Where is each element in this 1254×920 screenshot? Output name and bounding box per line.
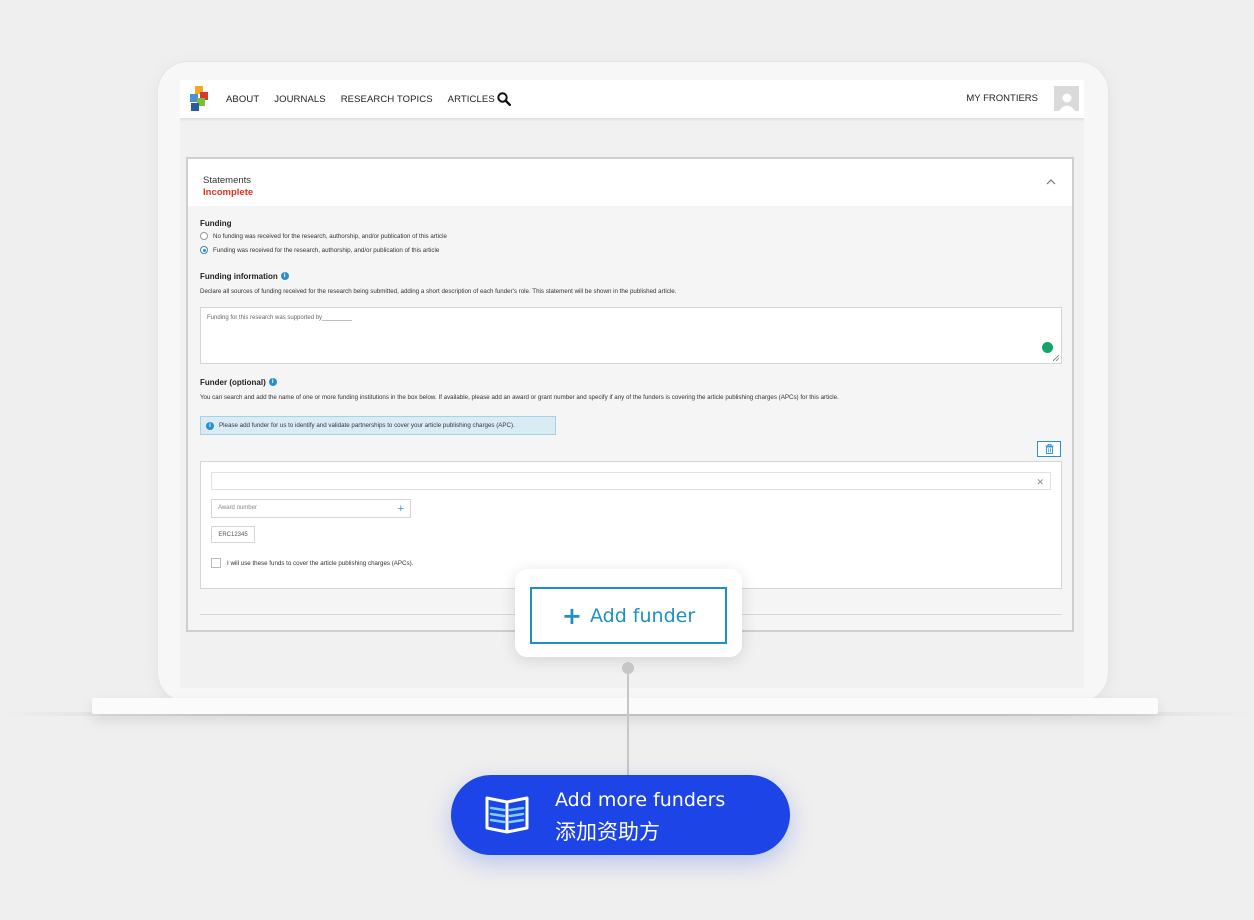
award-number-placeholder: Award number — [218, 505, 257, 511]
funding-information-value: Funding for this research was supported … — [207, 315, 353, 321]
plus-icon[interactable]: + — [398, 502, 404, 516]
chevron-up-icon[interactable] — [1046, 177, 1056, 187]
apc-checkbox-label[interactable]: I will use these funds to cover the arti… — [227, 560, 413, 567]
feature-tag: Add more funders 添加资助方 — [451, 775, 790, 855]
trash-icon — [1045, 444, 1053, 454]
close-icon[interactable]: ✕ — [1036, 477, 1044, 487]
top-navbar: ABOUT JOURNALS RESEARCH TOPICS ARTICLES … — [180, 80, 1084, 118]
apc-checkbox[interactable] — [211, 558, 221, 568]
my-frontiers-link[interactable]: MY FRONTIERS — [966, 93, 1038, 104]
grammarly-icon[interactable] — [1042, 342, 1053, 353]
resize-grip-icon[interactable] — [1053, 355, 1059, 361]
statements-title: Statements — [203, 175, 252, 186]
statements-status: Incomplete — [203, 187, 254, 198]
plus-icon: + — [561, 601, 582, 630]
statements-header[interactable]: Statements Incomplete — [188, 159, 1072, 206]
frontiers-logo-icon[interactable] — [188, 86, 210, 112]
award-number-input[interactable]: Award number + — [211, 499, 411, 518]
funder-heading: Funder (optional) i — [200, 378, 277, 387]
add-funder-button[interactable]: + Add funder — [530, 587, 727, 644]
apc-info-text: Please add funder for us to identify and… — [219, 422, 515, 429]
nav-journals[interactable]: JOURNALS — [274, 94, 325, 105]
nav-research-topics[interactable]: RESEARCH TOPICS — [341, 94, 433, 105]
funder-label: Funder (optional) — [200, 378, 266, 387]
no-funding-radio[interactable] — [200, 232, 208, 240]
avatar[interactable] — [1054, 86, 1079, 111]
no-funding-label[interactable]: No funding was received for the research… — [213, 233, 447, 240]
funding-information-heading: Funding information i — [200, 272, 289, 281]
nav-links: ABOUT JOURNALS RESEARCH TOPICS ARTICLES — [226, 80, 510, 118]
info-icon[interactable]: i — [280, 272, 289, 280]
info-icon[interactable]: i — [268, 378, 277, 386]
book-icon — [485, 796, 529, 834]
info-icon: i — [206, 421, 214, 430]
statements-body: Funding No funding was received for the … — [188, 206, 1072, 630]
delete-funder-button[interactable] — [1037, 441, 1061, 457]
funder-search-input[interactable]: ✕ — [211, 472, 1051, 490]
funding-received-radio[interactable] — [200, 246, 208, 254]
nav-articles[interactable]: ARTICLES — [448, 94, 495, 105]
funding-received-label[interactable]: Funding was received for the research, a… — [213, 247, 439, 254]
search-icon[interactable] — [497, 92, 511, 106]
tag-title-zh: 添加资助方 — [555, 820, 660, 844]
add-funder-label: Add funder — [589, 604, 696, 627]
funding-information-description: Declare all sources of funding received … — [200, 288, 677, 295]
user-icon — [1058, 93, 1075, 111]
funding-label: Funding — [200, 219, 232, 228]
funding-information-label: Funding information — [200, 272, 278, 281]
tag-title-en: Add more funders — [555, 789, 726, 811]
award-number-chip[interactable]: ERC12345 — [211, 526, 255, 543]
funder-description: You can search and add the name of one o… — [200, 394, 839, 401]
connector-line — [627, 674, 629, 775]
statements-panel: Statements Incomplete Funding No funding… — [186, 157, 1074, 632]
connector-dot — [622, 662, 634, 674]
laptop-base — [92, 698, 1158, 714]
callout-card: + Add funder — [515, 569, 742, 657]
funding-information-textarea[interactable]: Funding for this research was supported … — [200, 307, 1062, 364]
apc-info-banner: i Please add funder for us to identify a… — [200, 416, 556, 435]
nav-about[interactable]: ABOUT — [226, 94, 259, 105]
